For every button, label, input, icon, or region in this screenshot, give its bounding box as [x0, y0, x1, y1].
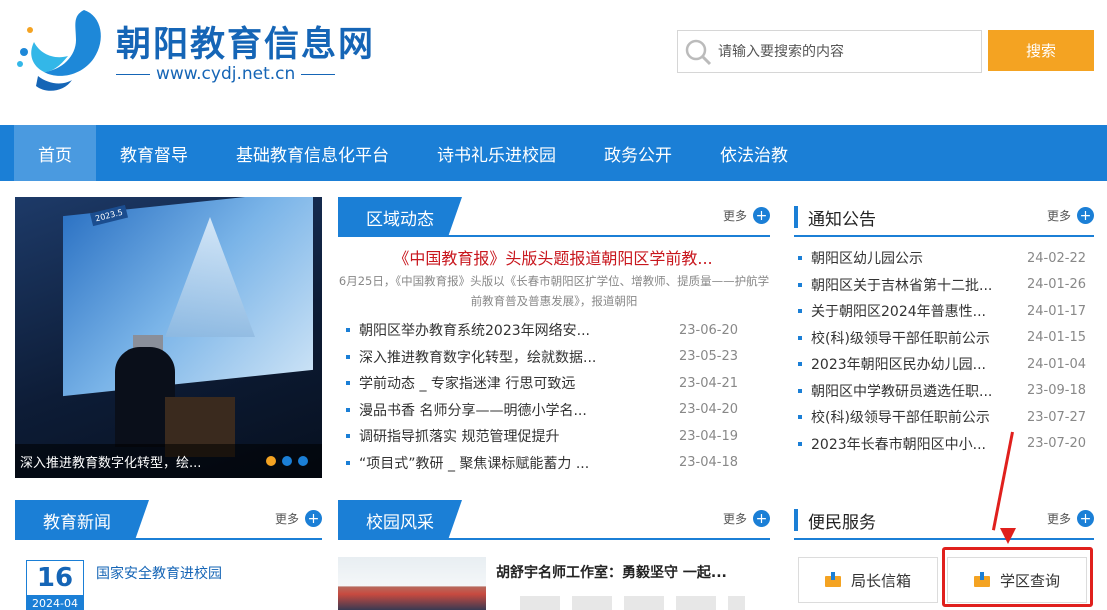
- campus-item-summary-faded: [520, 596, 745, 610]
- url-dash-left: [116, 73, 150, 75]
- mailbox-icon: [824, 572, 843, 588]
- carousel-dot-3[interactable]: [298, 456, 308, 466]
- campus-more-link[interactable]: 更多 +: [723, 510, 770, 527]
- annotation-arrow-head: [1000, 528, 1016, 544]
- list-item[interactable]: 朝阳区幼儿园公示 24-02-22: [798, 245, 1086, 272]
- campus-more-label: 更多: [722, 512, 747, 526]
- banner-caption[interactable]: 深入推进教育数字化转型，绘...: [20, 452, 252, 471]
- campus-section-title[interactable]: 校园风采: [338, 500, 462, 540]
- regional-section-header: 区域动态 更多 +: [338, 197, 770, 237]
- campus-photo[interactable]: [338, 557, 486, 610]
- annotation-highlight-box: [942, 547, 1093, 607]
- banner-carousel[interactable]: 2023.5 深入推进教育数字化转型，绘...: [15, 197, 322, 478]
- service-more-link[interactable]: 更多 +: [1047, 510, 1094, 527]
- nav-item-info-platform[interactable]: 基础教育信息化平台: [212, 125, 413, 181]
- news-date-badge: 16 2024-04: [26, 560, 84, 610]
- regional-summary: 6月25日，《中国教育报》头版以《长春市朝阳区扩学位、增教师、提质量——护航学前…: [338, 274, 770, 308]
- news-item-title[interactable]: 国家安全教育进校园: [96, 563, 222, 583]
- list-item[interactable]: 2023年长春市朝阳区中小... 23-07-20: [798, 431, 1086, 458]
- list-item[interactable]: 学前动态 _ 专家指迷津 行思可致远 23-04-21: [346, 370, 738, 397]
- news-more-label: 更多: [274, 512, 299, 526]
- service-more-label: 更多: [1046, 512, 1071, 526]
- nav-item-supervision[interactable]: 教育督导: [96, 125, 212, 181]
- banner-caption-bar: 深入推进教育数字化转型，绘...: [15, 444, 322, 478]
- nav-item-home[interactable]: 首页: [14, 125, 96, 181]
- campus-item-title[interactable]: 胡舒宇名师工作室：勇毅坚守 一起...: [496, 562, 727, 582]
- regional-more-link[interactable]: 更多 +: [723, 207, 770, 224]
- nav-item-gov-affairs[interactable]: 政务公开: [580, 125, 696, 181]
- plus-icon: +: [305, 510, 322, 527]
- site-url-text: www.cydj.net.cn: [156, 64, 296, 84]
- director-mailbox-label: 局长信箱: [850, 571, 911, 590]
- regional-headline[interactable]: 《中国教育报》头版头题报道朝阳区学前教...: [338, 245, 768, 269]
- list-item[interactable]: “项目式”教研 _ 聚焦课标赋能蓄力 ... 23-04-18: [346, 450, 738, 477]
- director-mailbox-button[interactable]: 局长信箱: [798, 557, 938, 603]
- main-nav: 首页 教育督导 基础教育信息化平台 诗书礼乐进校园 政务公开 依法治教: [0, 125, 1107, 181]
- list-item[interactable]: 校(科)级领导干部任职前公示 23-07-27: [798, 404, 1086, 431]
- news-section-header: 教育新闻 更多 +: [15, 500, 322, 540]
- site-url: www.cydj.net.cn: [116, 64, 356, 84]
- notice-section-header: 通知公告 更多 +: [794, 197, 1094, 237]
- news-date-ym: 2024-04: [32, 597, 78, 610]
- search-box[interactable]: [677, 30, 982, 73]
- search-icon: [685, 39, 712, 65]
- list-item[interactable]: 2023年朝阳区民办幼儿园... 24-01-04: [798, 351, 1086, 378]
- service-section-header: 便民服务 更多 +: [794, 500, 1094, 540]
- regional-list: 朝阳区举办教育系统2023年网络安... 23-06-20 深入推进教育数字化转型…: [346, 317, 738, 476]
- search-button[interactable]: 搜索: [988, 30, 1094, 71]
- plus-icon: +: [1077, 207, 1094, 224]
- news-more-link[interactable]: 更多 +: [275, 510, 322, 527]
- notice-more-label: 更多: [1046, 209, 1071, 223]
- list-item[interactable]: 朝阳区中学教研员遴选任职... 23-09-18: [798, 378, 1086, 405]
- campus-section-header: 校园风采 更多 +: [338, 500, 770, 540]
- carousel-dot-2[interactable]: [282, 456, 292, 466]
- search-input[interactable]: [718, 43, 978, 60]
- site-header: 朝阳教育信息网 www.cydj.net.cn 搜索: [0, 0, 1107, 125]
- nav-item-poetry-campus[interactable]: 诗书礼乐进校园: [413, 125, 580, 181]
- list-item[interactable]: 校(科)级领导干部任职前公示 24-01-15: [798, 325, 1086, 352]
- url-dash-right: [301, 73, 336, 75]
- plus-icon: +: [753, 207, 770, 224]
- nav-item-law[interactable]: 依法治教: [696, 125, 812, 181]
- list-item[interactable]: 朝阳区举办教育系统2023年网络安... 23-06-20: [346, 317, 738, 344]
- carousel-dot-1[interactable]: [266, 456, 276, 466]
- plus-icon: +: [753, 510, 770, 527]
- list-item[interactable]: 关于朝阳区2024年普惠性... 24-01-17: [798, 298, 1086, 325]
- plus-icon: +: [1077, 510, 1094, 527]
- site-title[interactable]: 朝阳教育信息网: [116, 16, 375, 67]
- logo-icon[interactable]: [14, 6, 106, 94]
- news-section-title[interactable]: 教育新闻: [15, 500, 149, 540]
- regional-section-title[interactable]: 区域动态: [338, 197, 462, 237]
- notice-section-title[interactable]: 通知公告: [794, 206, 876, 230]
- news-date-day: 16: [26, 560, 84, 596]
- list-item[interactable]: 深入推进教育数字化转型，绘就数据... 23-05-23: [346, 344, 738, 371]
- service-section-title[interactable]: 便民服务: [794, 509, 876, 533]
- regional-more-label: 更多: [722, 209, 747, 223]
- notice-more-link[interactable]: 更多 +: [1047, 207, 1094, 224]
- list-item[interactable]: 朝阳区关于吉林省第十二批... 24-01-26: [798, 272, 1086, 299]
- list-item[interactable]: 调研指导抓落实 规范管理促提升 23-04-19: [346, 423, 738, 450]
- list-item[interactable]: 漫品书香 名师分享——明德小学名... 23-04-20: [346, 397, 738, 424]
- carousel-dots: [266, 456, 308, 466]
- notice-list: 朝阳区幼儿园公示 24-02-22 朝阳区关于吉林省第十二批... 24-01-26…: [798, 245, 1086, 457]
